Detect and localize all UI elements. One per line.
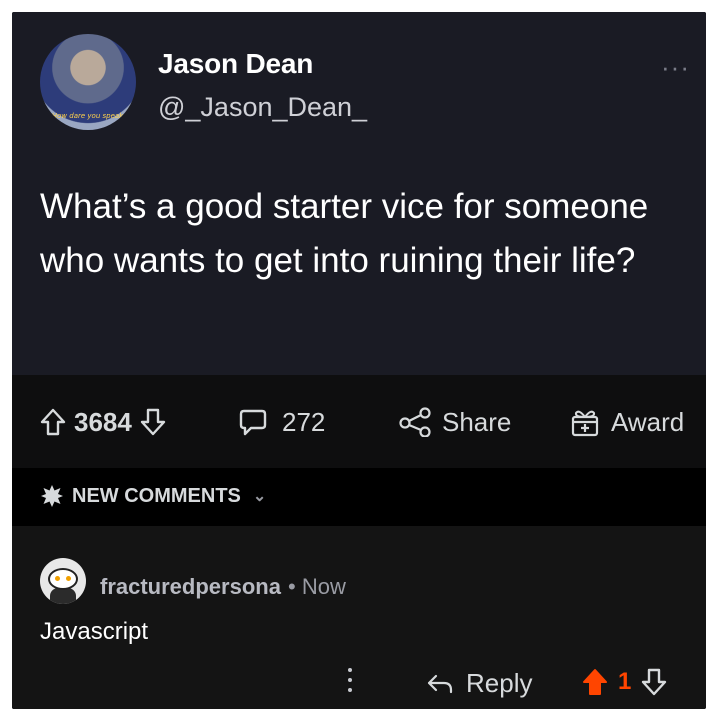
comments-button[interactable]: 272 [238,405,325,439]
award-label: Award [611,406,685,437]
reply-button[interactable]: Reply [426,668,532,699]
avatar-caption: How dare you speak ! [51,112,129,120]
upvote-count: 3684 [74,406,132,437]
share-label: Share [442,406,512,437]
post-action-bar: 3684 272 Share Award [12,375,706,468]
upvote-icon[interactable] [40,408,66,436]
sort-comments-bar[interactable]: NEW COMMENTS ⌄ [12,468,706,526]
reply-icon [427,674,453,693]
comment-author[interactable]: fracturedpersona [100,574,281,600]
award-icon [571,410,599,437]
upvote-icon[interactable] [582,668,608,696]
downvote-icon[interactable] [140,408,166,436]
tweet-card[interactable]: How dare you speak ! Jason Dean @_Jason_… [12,12,706,375]
comment-score: 1 [618,668,632,695]
author-handle[interactable]: @_Jason_Dean_ [158,92,367,123]
post-frame: How dare you speak ! Jason Dean @_Jason_… [12,12,706,709]
award-button[interactable]: Award [569,405,684,439]
reply-label: Reply [466,668,533,698]
comment-timestamp: • Now [288,574,346,599]
share-icon [399,407,431,437]
share-button[interactable]: Share [398,405,511,439]
comment-vote-group: 1 [582,668,667,696]
sort-label: NEW COMMENTS [72,484,241,507]
comment-icon [239,409,267,436]
author-name[interactable]: Jason Dean [158,48,313,80]
comment: fracturedpersona • Now Javascript Reply … [12,526,706,709]
vote-group: 3684 [40,405,166,439]
new-comments-icon [41,485,63,507]
tweet-more-icon[interactable]: ··· [661,52,690,83]
downvote-icon[interactable] [641,668,667,696]
comment-avatar[interactable] [40,558,86,604]
comment-count: 272 [282,406,326,437]
tweet-text: What’s a good starter vice for someone w… [40,187,649,280]
author-avatar[interactable]: How dare you speak ! [40,34,136,130]
chevron-down-icon: ⌄ [252,488,267,505]
more-icon[interactable] [348,668,354,698]
comment-body: Javascript [40,618,149,645]
